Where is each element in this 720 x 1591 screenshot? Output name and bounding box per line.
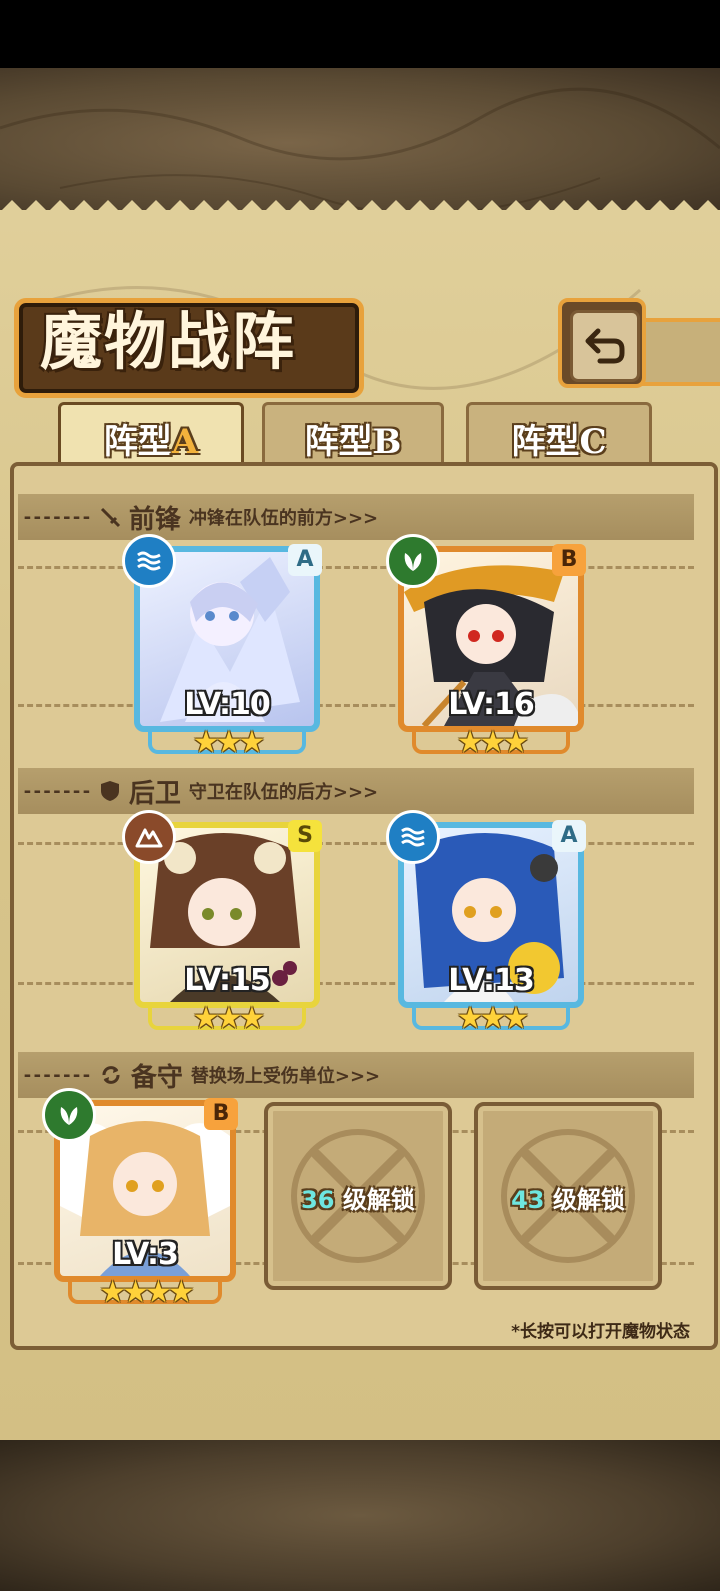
page-title: 魔物战阵	[40, 305, 297, 378]
return-arrow-icon	[585, 328, 625, 364]
sword-icon	[100, 507, 120, 528]
rear-section-header: ------- 后卫 守卫在队伍的后方>>>	[22, 778, 379, 809]
unit-card-rear-2[interactable]: A LV:13 ★★★	[386, 810, 586, 1036]
status-bar	[0, 0, 720, 68]
locked-slot-1[interactable]: 36 级解锁	[264, 1102, 452, 1290]
star-rating: ★★★	[456, 1001, 530, 1036]
star-rating: ★★★	[192, 725, 266, 760]
map-background-top	[0, 68, 720, 218]
tab-formation-c[interactable]: 阵型C	[466, 402, 652, 470]
unit-card-front-2[interactable]: B LV:16 ★★★	[386, 534, 586, 760]
star-rating: ★★★	[456, 725, 530, 760]
water-element-icon	[386, 810, 440, 864]
unit-card-reserve-1[interactable]: B LV:3 ★★★★	[42, 1088, 238, 1310]
swap-arrows-icon	[102, 1066, 120, 1084]
star-rating: ★★★★	[99, 1275, 195, 1310]
water-element-icon	[122, 534, 176, 588]
tab-formation-a[interactable]: 阵型A	[58, 402, 244, 470]
tab-formation-b[interactable]: 阵型B	[262, 402, 444, 470]
leaf-element-icon	[386, 534, 440, 588]
map-background-bottom	[0, 1440, 720, 1591]
unit-card-front-1[interactable]: A LV:10 ★★★	[122, 534, 322, 760]
locked-slot-2[interactable]: 43 级解锁	[474, 1102, 662, 1290]
long-press-hint: *长按可以打开魔物状态	[511, 1322, 690, 1342]
shield-icon	[100, 781, 119, 801]
leaf-element-icon	[42, 1088, 96, 1142]
front-section-header: ------- 前锋 冲锋在队伍的前方>>>	[22, 504, 379, 535]
panel-top-edge	[0, 200, 720, 230]
header-rail	[638, 318, 720, 386]
back-button[interactable]	[558, 298, 646, 388]
star-rating: ★★★	[192, 1001, 266, 1036]
earth-element-icon	[122, 810, 176, 864]
unit-card-rear-1[interactable]: S LV:15 ★★★	[122, 810, 322, 1036]
